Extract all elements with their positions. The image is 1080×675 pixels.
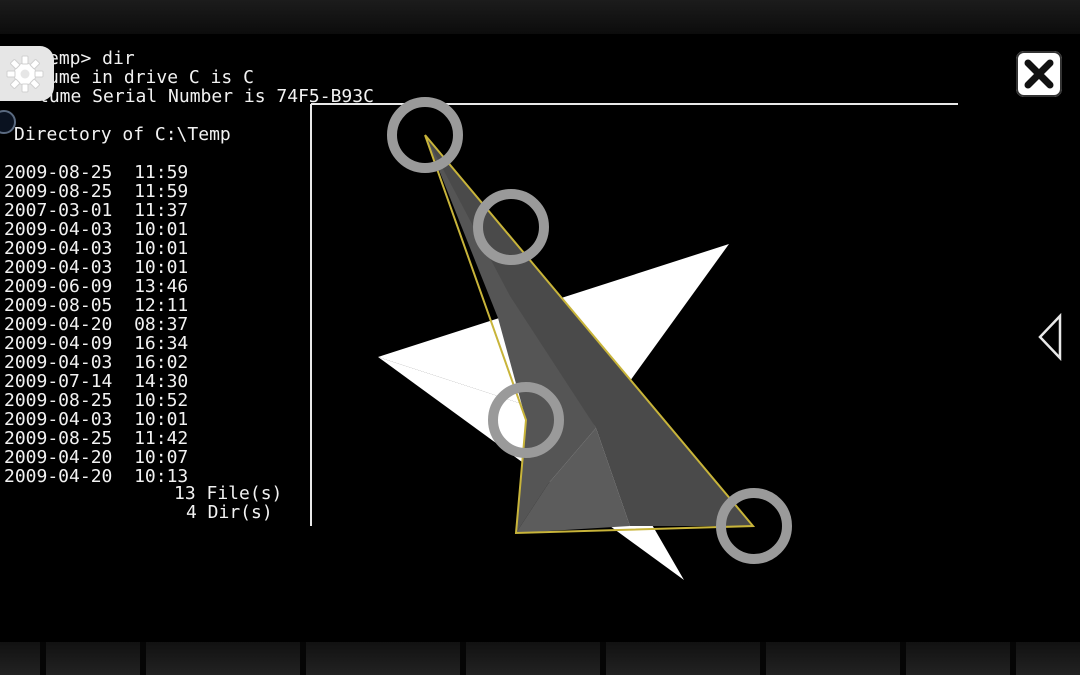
gear-icon xyxy=(6,55,44,93)
chevron-left-icon[interactable] xyxy=(1036,312,1066,362)
settings-button[interactable] xyxy=(0,46,54,101)
game-screen: emp> dir ume in drive C is C lume Serial… xyxy=(0,0,1080,675)
triangle-puzzle xyxy=(310,97,958,580)
close-icon xyxy=(1024,59,1054,89)
close-button[interactable] xyxy=(1016,51,1062,97)
